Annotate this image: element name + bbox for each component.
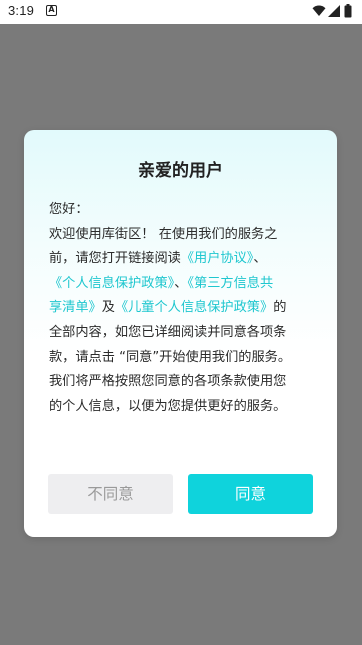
third-party-list-link-cont[interactable]: 享清单》 [49, 300, 102, 315]
body-line: 款，请点击 “同意”开始使用我们的服务。 [49, 349, 292, 365]
body-text: 的 [273, 300, 287, 316]
status-time: 3:19 [8, 3, 35, 18]
signal-icon [328, 5, 340, 17]
dialog-body: 您好： 欢迎使用库街区！ 在使用我们的服务之 前，请您打开链接阅读《用户协议》、… [49, 198, 313, 419]
third-party-list-link[interactable]: 《第三方信息共 [187, 276, 273, 291]
body-text: 、 [174, 275, 188, 291]
privacy-policy-link[interactable]: 《个人信息保护政策》 [49, 276, 174, 291]
body-line: 《个人信息保护政策》、《第三方信息共 [49, 272, 313, 297]
wifi-icon [312, 5, 326, 16]
dialog-title: 亲爱的用户 [138, 161, 223, 181]
body-text: 、 [253, 251, 267, 267]
body-line: 的个人信息，以便为您提供更好的服务。 [49, 398, 287, 414]
privacy-dialog: 亲爱的用户 您好： 欢迎使用库街区！ 在使用我们的服务之 前，请您打开链接阅读《… [24, 130, 337, 537]
battery-icon [344, 4, 352, 18]
body-text: 及 [101, 300, 115, 316]
notification-app-icon: A [46, 5, 57, 16]
body-line: 我们将严格按照您同意的各项条款使用您 [49, 374, 287, 390]
children-policy-link[interactable]: 《儿童个人信息保护政策》 [115, 300, 273, 315]
greeting-text: 您好： [49, 202, 89, 217]
status-bar: 3:19 A [0, 0, 362, 24]
body-line: 全部内容，如您已详细阅读并同意各项条 [49, 324, 287, 340]
body-text: 前，请您打开链接阅读 [49, 251, 181, 267]
body-line: 欢迎使用库街区！ 在使用我们的服务之 [49, 226, 278, 242]
body-line: 前，请您打开链接阅读《用户协议》、 [49, 247, 313, 272]
disagree-button[interactable]: 不同意 [48, 474, 173, 514]
agree-button[interactable]: 同意 [188, 474, 313, 514]
body-line: 享清单》及《儿童个人信息保护政策》的 [49, 296, 313, 321]
user-agreement-link[interactable]: 《用户协议》 [181, 251, 254, 266]
